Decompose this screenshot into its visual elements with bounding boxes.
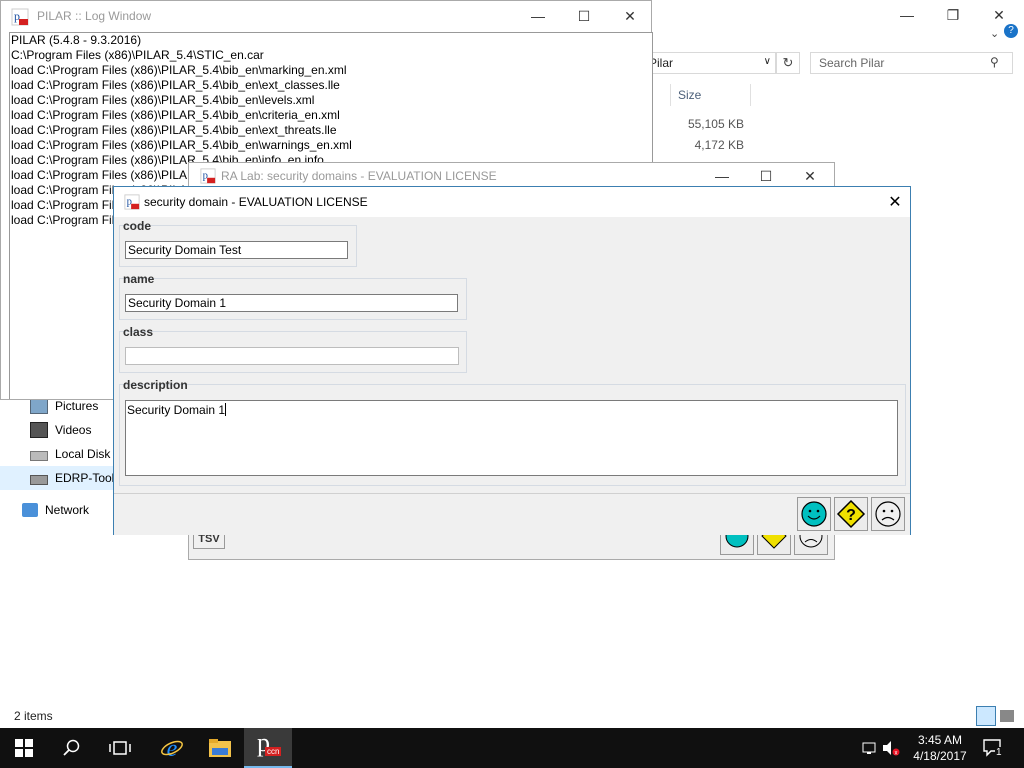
question-diamond-icon: ? [836,499,866,529]
nav-item-label: Local Disk ( [55,447,118,461]
action-center-button[interactable]: 1 [982,738,1006,761]
taskbar-pilar-button[interactable]: p ccn [244,728,292,768]
refresh-icon: ↻ [782,55,794,70]
code-input[interactable]: Security Domain Test [125,241,348,259]
clock-time: 3:45 AM [917,733,963,747]
nav-item-videos[interactable]: Videos [30,419,91,441]
help-button[interactable]: ? [834,497,868,531]
clock-date: 4/18/2017 [913,749,967,763]
tray-network-icon[interactable] [862,740,878,759]
status-bar-item-count: 2 items [14,709,53,723]
explorer-minimize-button[interactable]: — [884,0,930,30]
pilar-app-icon: p [124,194,140,210]
ribbon-expand-icon[interactable]: ⌄ [990,27,999,40]
column-divider [670,84,671,106]
log-line: load C:\Program Files (x86)\PILAR_5.4\bi… [11,138,352,152]
nav-item-local-disk[interactable]: Local Disk ( [30,443,118,465]
description-textarea[interactable]: Security Domain 1 [125,400,898,476]
internet-explorer-icon: e [161,736,183,760]
svg-text:x: x [895,751,898,757]
log-line: load C:\Program Files (x86)\PILAR_5.4\bi… [11,123,337,137]
windows-logo-icon [15,739,33,757]
svg-text:?: ? [846,507,856,524]
description-text: Security Domain 1 [127,403,226,417]
pilar-badge: ccn [265,747,282,756]
nav-item-label: Videos [55,423,92,437]
name-label: name [123,272,155,286]
explorer-restore-button[interactable]: ❐ [930,0,976,30]
log-line: load C:\Program Files (x86)\PILAR_5.4\bi… [11,108,340,122]
column-header-size[interactable]: Size [678,88,701,102]
file-size-cell: 4,172 KB [694,138,744,152]
network-icon [22,503,38,517]
security-domain-dialog: p security domain - EVALUATION LICENSE ✕… [113,186,911,535]
videos-folder-icon [30,422,48,438]
log-line: load C:\Program Files (x86)\PILAR_5.4\bi… [11,63,347,77]
nav-item-edrp-tools[interactable]: EDRP-Tools [30,467,120,489]
sad-face-icon [875,501,901,527]
ok-button[interactable] [797,497,831,531]
notification-count: 1 [995,747,1003,758]
name-input[interactable]: Security Domain 1 [125,294,458,312]
taskbar-search-button[interactable] [48,728,96,768]
taskbar-ie-button[interactable]: e [148,728,196,768]
pilar-app-icon: p ccn [257,728,282,757]
nav-item-label: EDRP-Tools [55,471,121,485]
file-size-cell: 55,105 KB [687,117,744,131]
log-minimize-button[interactable]: — [515,1,561,31]
dialog-close-button[interactable]: ✕ [880,187,910,217]
address-bar[interactable]: Pilar ∨ [640,52,776,74]
cancel-button[interactable] [871,497,905,531]
log-window-title: PILAR :: Log Window [37,9,152,23]
help-icon[interactable]: ? [1004,24,1018,38]
network-drive-icon [30,475,48,485]
large-icons-view-icon[interactable] [1000,710,1014,722]
refresh-button[interactable]: ↻ [776,52,800,74]
view-toggle-group [976,706,1018,726]
code-label: code [123,219,152,233]
log-window-titlebar[interactable]: p PILAR :: Log Window — ☐ ✕ [1,1,651,31]
description-label: description [123,378,188,392]
log-line: C:\Program Files (x86)\PILAR_5.4\STIC_en… [11,48,264,62]
tray-volume-icon[interactable]: x [882,740,900,759]
ralab-window-title: RA Lab: security domains - EVALUATION LI… [221,169,497,183]
task-view-button[interactable] [96,728,144,768]
taskbar: e p ccn x 3:45 AM 4/18/2017 1 [0,728,1024,768]
column-divider [750,84,751,106]
pictures-folder-icon [30,398,48,414]
search-icon [63,739,80,756]
pilar-app-icon: p [11,8,29,26]
pilar-app-icon: p [200,168,216,184]
search-placeholder: Search Pilar [819,56,885,70]
nav-item-network[interactable]: Network [22,499,89,521]
details-view-icon[interactable] [976,706,996,726]
happy-face-icon [801,501,827,527]
text-cursor [225,403,227,416]
taskbar-clock[interactable]: 3:45 AM 4/18/2017 [905,732,975,764]
taskbar-file-explorer-button[interactable] [196,728,244,768]
log-line: PILAR (5.4.8 - 9.3.2016) [11,33,142,47]
log-line: load C:\Program Files (x86)\PILAR_5.4\bi… [11,78,340,92]
folder-icon [209,739,231,757]
chevron-down-icon[interactable]: ∨ [764,56,771,67]
nav-item-label: Pictures [55,399,99,413]
svg-text:e: e [167,736,178,760]
dialog-button-bar: ? [114,493,910,535]
log-maximize-button[interactable]: ☐ [561,1,607,31]
class-label: class [123,325,154,339]
log-line: load C:\Program Files (x86)\PILAR_5.4\bi… [11,93,315,107]
dialog-title: security domain - EVALUATION LICENSE [144,195,368,209]
start-button[interactable] [0,728,48,768]
log-close-button[interactable]: ✕ [607,1,653,31]
class-input[interactable] [125,347,459,365]
local-disk-icon [30,451,48,461]
task-view-icon [109,741,131,755]
dialog-titlebar[interactable]: p security domain - EVALUATION LICENSE ✕ [114,187,910,217]
nav-item-label: Network [45,503,90,517]
search-input[interactable]: Search Pilar [810,52,1013,74]
search-icon[interactable]: ⚲ [990,55,999,69]
